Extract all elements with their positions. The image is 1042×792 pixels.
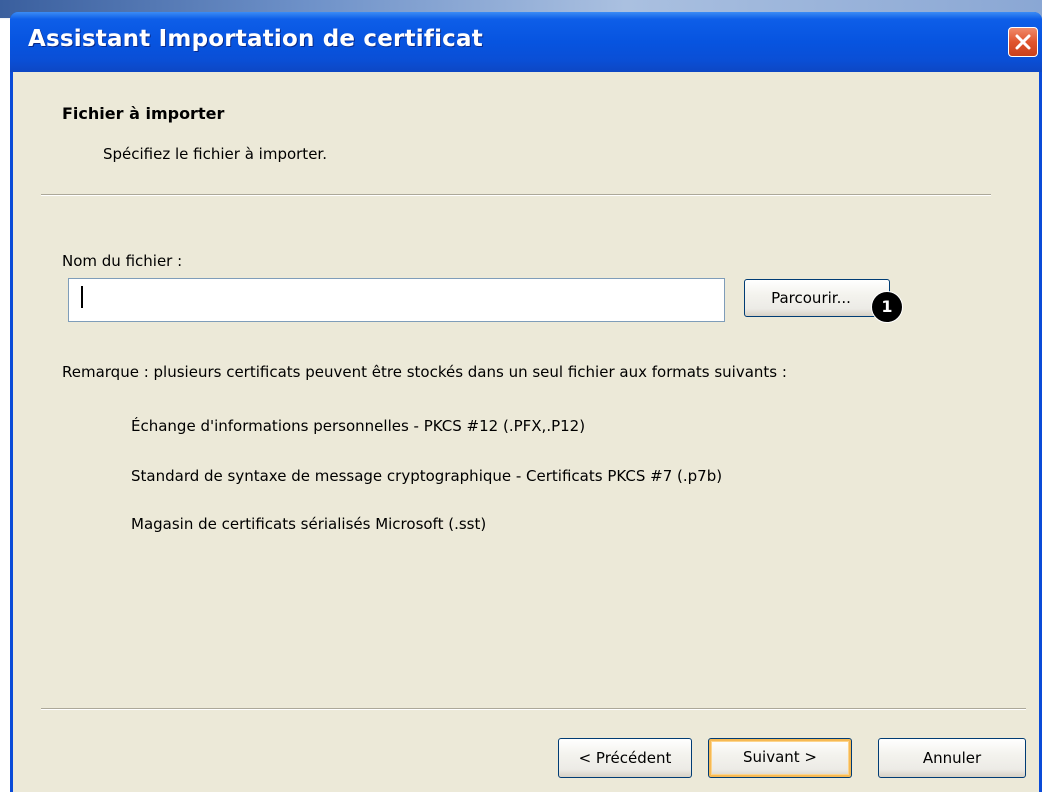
next-button[interactable]: Suivant > xyxy=(708,738,852,778)
close-button[interactable] xyxy=(1008,27,1038,57)
dialog-client-area: Fichier à importer Spécifiez le fichier … xyxy=(13,72,1039,792)
wizard-header: Fichier à importer Spécifiez le fichier … xyxy=(13,72,1039,190)
filename-label: Nom du fichier : xyxy=(62,252,183,270)
title-bar[interactable]: Assistant Importation de certificat xyxy=(10,12,1042,72)
format-item-sst: Magasin de certificats sérialisés Micros… xyxy=(131,515,487,533)
text-caret xyxy=(81,286,83,308)
remark-text: Remarque : plusieurs certificats peuvent… xyxy=(62,363,787,381)
window-title: Assistant Importation de certificat xyxy=(28,26,483,52)
format-item-pkcs12: Échange d'informations personnelles - PK… xyxy=(131,417,586,435)
cancel-button[interactable]: Annuler xyxy=(878,738,1026,778)
page-subtitle: Spécifiez le fichier à importer. xyxy=(103,145,327,163)
header-divider xyxy=(41,194,991,196)
footer-divider xyxy=(41,708,1026,710)
page-title: Fichier à importer xyxy=(62,104,225,123)
browse-button[interactable]: Parcourir... xyxy=(744,279,890,317)
callout-badge: 1 xyxy=(871,291,903,323)
filename-input[interactable] xyxy=(68,278,725,322)
certificate-import-wizard-window: Assistant Importation de certificat Fich… xyxy=(10,12,1042,792)
back-button[interactable]: < Précédent xyxy=(558,738,692,778)
format-item-pkcs7: Standard de syntaxe de message cryptogra… xyxy=(131,467,723,485)
close-icon xyxy=(1015,34,1031,50)
